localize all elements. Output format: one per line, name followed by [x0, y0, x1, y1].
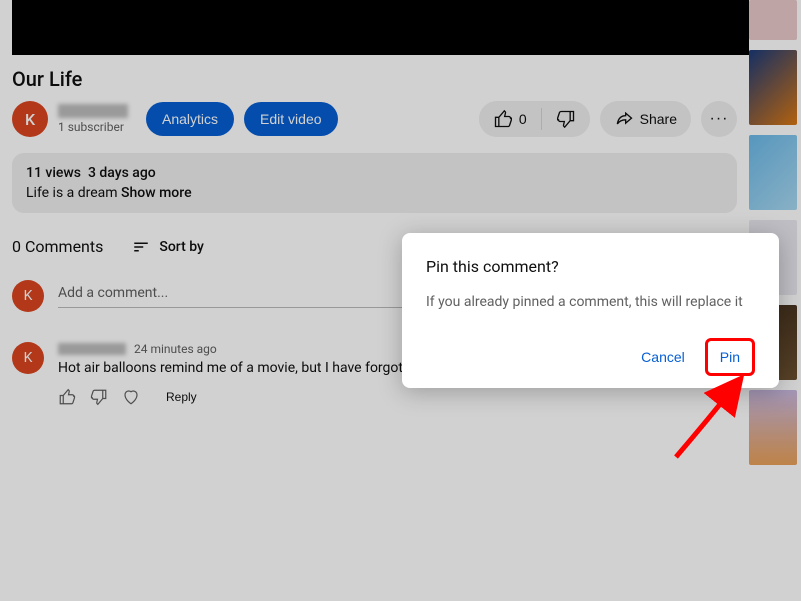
dialog-title: Pin this comment?	[426, 257, 755, 276]
pin-comment-dialog: Pin this comment? If you already pinned …	[402, 233, 779, 388]
cancel-button[interactable]: Cancel	[629, 341, 697, 373]
highlight-box: Pin	[705, 338, 755, 376]
dialog-body: If you already pinned a comment, this wi…	[426, 294, 755, 310]
pin-button[interactable]: Pin	[710, 343, 750, 371]
